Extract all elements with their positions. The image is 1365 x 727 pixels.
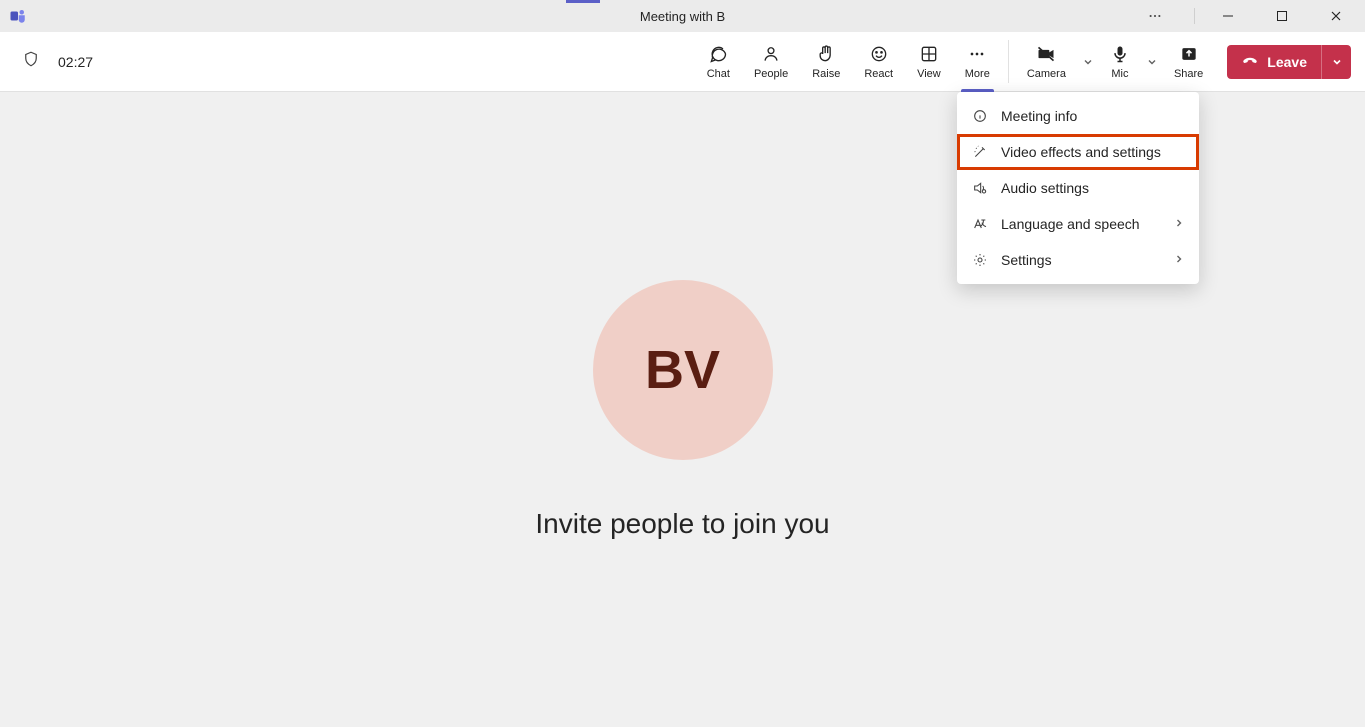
more-button[interactable]: More [953, 32, 1002, 91]
window-title: Meeting with B [640, 9, 725, 24]
raise-label: Raise [812, 68, 840, 80]
info-icon [971, 108, 989, 124]
participant-avatar: BV [593, 280, 773, 460]
view-icon [919, 44, 939, 64]
mic-icon [1110, 44, 1130, 64]
minimize-button[interactable] [1207, 0, 1249, 32]
shield-icon[interactable] [22, 50, 40, 73]
more-dropdown: Meeting info Video effects and settings … [957, 92, 1199, 284]
view-button[interactable]: View [905, 32, 953, 91]
leave-button[interactable]: Leave [1227, 45, 1321, 79]
titlebar: Meeting with B [0, 0, 1365, 32]
react-label: React [864, 68, 893, 80]
chevron-right-icon [1173, 216, 1185, 232]
dropdown-label: Meeting info [1001, 108, 1077, 124]
dropdown-label: Language and speech [1001, 216, 1140, 232]
camera-off-icon [1035, 44, 1057, 64]
dropdown-settings[interactable]: Settings [957, 242, 1199, 278]
teams-app-icon [8, 6, 28, 26]
window-more-icon[interactable] [1134, 0, 1176, 32]
mic-button[interactable]: Mic [1098, 32, 1142, 91]
language-icon [971, 216, 989, 232]
invite-message: Invite people to join you [535, 508, 829, 540]
view-label: View [917, 68, 941, 80]
mic-label: Mic [1111, 68, 1128, 80]
share-button[interactable]: Share [1162, 32, 1215, 91]
more-label: More [965, 68, 990, 80]
leave-label: Leave [1267, 54, 1307, 70]
dropdown-label: Video effects and settings [1001, 144, 1161, 160]
dropdown-label: Settings [1001, 252, 1052, 268]
meeting-toolbar: 02:27 Chat People Raise React View More [0, 32, 1365, 92]
share-label: Share [1174, 68, 1203, 80]
chat-icon [708, 44, 728, 64]
more-icon [967, 44, 987, 64]
wand-icon [971, 144, 989, 160]
maximize-button[interactable] [1261, 0, 1303, 32]
close-button[interactable] [1315, 0, 1357, 32]
share-icon [1179, 44, 1199, 64]
speaker-icon [971, 180, 989, 196]
people-label: People [754, 68, 788, 80]
react-icon [869, 44, 889, 64]
divider [1008, 40, 1009, 83]
leave-dropdown-button[interactable] [1321, 45, 1351, 79]
react-button[interactable]: React [852, 32, 905, 91]
raise-hand-icon [816, 44, 836, 64]
people-icon [761, 44, 781, 64]
camera-button[interactable]: Camera [1015, 32, 1078, 91]
camera-dropdown-icon[interactable] [1078, 56, 1098, 68]
chevron-right-icon [1173, 252, 1185, 268]
people-button[interactable]: People [742, 32, 800, 91]
dropdown-language-speech[interactable]: Language and speech [957, 206, 1199, 242]
chat-button[interactable]: Chat [695, 32, 742, 91]
dropdown-label: Audio settings [1001, 180, 1089, 196]
meeting-timer: 02:27 [58, 54, 93, 70]
camera-label: Camera [1027, 68, 1066, 80]
gear-icon [971, 252, 989, 268]
dropdown-video-effects[interactable]: Video effects and settings [957, 134, 1199, 170]
dropdown-meeting-info[interactable]: Meeting info [957, 98, 1199, 134]
chat-label: Chat [707, 68, 730, 80]
hangup-icon [1241, 51, 1259, 72]
dropdown-audio-settings[interactable]: Audio settings [957, 170, 1199, 206]
divider [1194, 8, 1195, 24]
mic-dropdown-icon[interactable] [1142, 56, 1162, 68]
raise-hand-button[interactable]: Raise [800, 32, 852, 91]
top-accent [566, 0, 600, 3]
